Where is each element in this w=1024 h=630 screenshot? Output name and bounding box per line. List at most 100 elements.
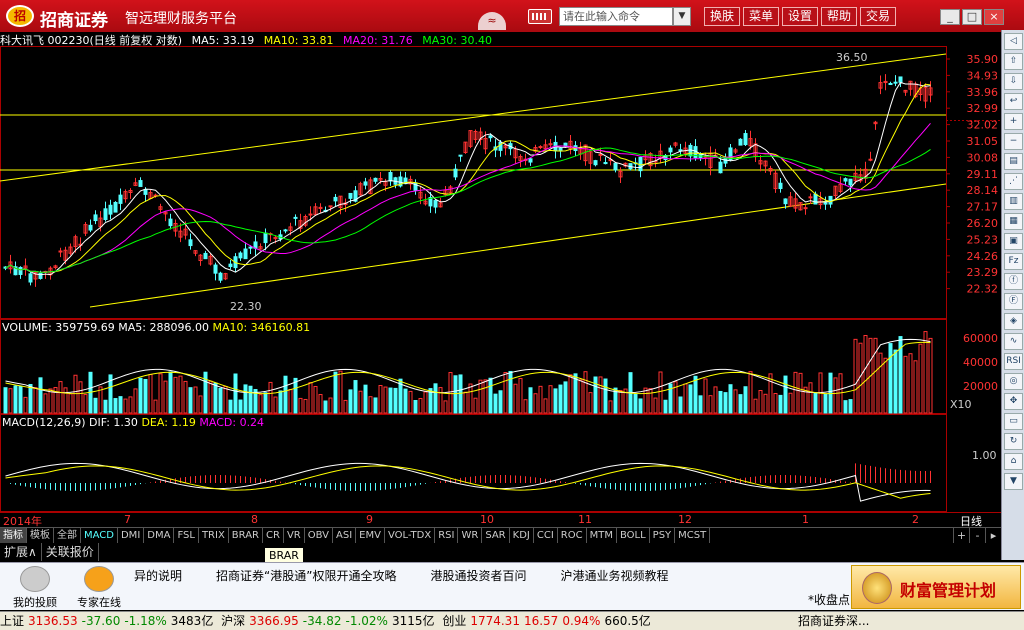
volume-bar [113,398,118,414]
tab-add-button[interactable]: + [953,528,969,543]
tab-cr[interactable]: CR [263,528,284,543]
tab-obv[interactable]: OBV [305,528,333,543]
close-button[interactable]: × [984,9,1004,25]
skin-button[interactable]: 换肤 [704,7,740,26]
tab-boll[interactable]: BOLL [617,528,650,543]
toolbar-tool-icon[interactable]: ⓕ [1004,273,1023,290]
tab-emv[interactable]: EMV [356,528,385,543]
expand-button[interactable]: 扩展∧ [0,543,42,561]
news-link[interactable]: 港股通投资者百问 [430,569,526,583]
tab-trix[interactable]: TRIX [199,528,229,543]
toolbar-tool-icon[interactable]: ⋰ [1004,173,1023,190]
expert-online-button[interactable]: 专家在线 [68,565,130,609]
tab-scroll-button[interactable]: ▸ [985,528,1001,543]
x-label: 11 [578,513,592,526]
toolbar-tool-icon[interactable]: ↩ [1004,93,1023,110]
tab-remove-button[interactable]: - [969,528,985,543]
tab-cci[interactable]: CCI [534,528,558,543]
toolbar-tool-icon[interactable]: ◁ [1004,33,1023,50]
volume-bar [268,381,273,414]
maximize-button[interactable]: □ [962,9,982,25]
toolbar-tool-icon[interactable]: ✥ [1004,393,1023,410]
volume-bar [513,383,518,414]
tab-sar[interactable]: SAR [482,528,510,543]
settings-button[interactable]: 设置 [782,7,818,26]
toolbar-tool-icon[interactable]: Ⓕ [1004,293,1023,310]
tab-wr[interactable]: WR [458,528,483,543]
toolbar-tool-icon[interactable]: ▤ [1004,153,1023,170]
tab-psy[interactable]: PSY [650,528,676,543]
tab-dmi[interactable]: DMI [118,528,145,543]
tab-rsi[interactable]: RSI [435,528,459,543]
news-link[interactable]: 沪港通业务视频教程 [560,569,668,583]
trade-button[interactable]: 交易 [860,7,896,26]
toolbar-tool-icon[interactable]: ↻ [1004,433,1023,450]
volume-bar [23,396,28,414]
toolbar-tool-icon[interactable]: ◎ [1004,373,1023,390]
sh-amount: 3483亿 [170,614,214,628]
keyboard-icon[interactable] [528,9,552,24]
toolbar-tool-icon[interactable]: ⇩ [1004,73,1023,90]
volume-bar [863,335,868,414]
tab-dma[interactable]: DMA [144,528,175,543]
toolbar-tool-icon[interactable]: ⌂ [1004,453,1023,470]
command-input[interactable]: 请在此输入命令 [559,7,673,26]
tab-mcst[interactable]: MCST [675,528,711,543]
toolbar-tool-icon[interactable]: Fz [1004,253,1023,270]
volume-bar [773,393,778,414]
volume-bar [13,385,18,414]
tab-mtm[interactable]: MTM [587,528,617,543]
volume-bar [558,384,563,414]
cy-amount: 660.5亿 [604,614,651,628]
volume-bar [583,371,588,414]
kline-chart[interactable]: 35.90 34.93 33.96 32.99 32.02 31.05 30.08 29.11… [0,46,1000,512]
toolbar-tool-icon[interactable]: ∿ [1004,333,1023,350]
x-label: 9 [366,513,373,526]
tab-indicator[interactable]: 指标 [0,528,27,543]
news-link[interactable]: 异的说明 [134,569,182,583]
tab-all[interactable]: 全部 [54,528,81,543]
tab-brar[interactable]: BRAR [229,528,263,543]
menu-button[interactable]: 菜单 [743,7,779,26]
help-button[interactable]: 帮助 [821,7,857,26]
command-dropdown-button[interactable]: ▼ [673,7,691,26]
volume-bar [303,398,308,414]
fold-toolbar-button[interactable]: ≈ [478,12,506,30]
tab-vr[interactable]: VR [284,528,305,543]
my-advisor-button[interactable]: 我的投顾 [4,565,66,609]
volume-bar [713,386,718,414]
volume-bar [463,391,468,414]
tab-vol-tdx[interactable]: VOL-TDX [385,528,436,543]
volume-bar [168,371,173,414]
volume-bar [258,394,263,414]
tab-kdj[interactable]: KDJ [510,528,534,543]
toolbar-tool-icon[interactable]: ▦ [1004,213,1023,230]
toolbar-tool-icon[interactable]: ▣ [1004,233,1023,250]
related-quotes-button[interactable]: 关联报价 [42,543,99,561]
toolbar-tool-icon[interactable]: + [1004,113,1023,130]
high-price-label: 36.50 [836,51,868,64]
candle-body [598,153,603,156]
toolbar-tool-icon[interactable]: ◈ [1004,313,1023,330]
index-ticker: 上证 3136.53 -37.60 -1.18% 3483亿 沪深 3366.95 -34.… [0,611,1024,630]
toolbar-tool-icon[interactable]: − [1004,133,1023,150]
wealth-plan-banner[interactable]: 财富管理计划 [851,565,1021,609]
hs-amount: 3115亿 [391,614,435,628]
candle-body [808,196,813,199]
toolbar-tool-icon[interactable]: ⇧ [1004,53,1023,70]
tab-macd[interactable]: MACD [81,528,118,543]
toolbar-tool-icon[interactable]: ▭ [1004,413,1023,430]
tab-fsl[interactable]: FSL [174,528,199,543]
news-link[interactable]: 招商证券“港股通”权限开通全攻略 [216,569,396,583]
toolbar-tool-icon[interactable]: ▥ [1004,193,1023,210]
toolbar-tool-icon[interactable]: RSI [1004,353,1023,370]
info-bar: 我的投顾 专家在线 异的说明 招商证券“港股通”权限开通全攻略 港股通投资者百问 沪港… [0,562,1024,610]
volume-bar [128,396,133,414]
tab-template[interactable]: 模板 [27,528,54,543]
tab-roc[interactable]: ROC [558,528,587,543]
tab-asi[interactable]: ASI [333,528,357,543]
closing-review-link[interactable]: *收盘点 [808,591,850,608]
minimize-button[interactable]: _ [940,9,960,25]
candle-body [243,248,248,260]
toolbar-tool-icon[interactable]: ▼ [1004,473,1023,490]
